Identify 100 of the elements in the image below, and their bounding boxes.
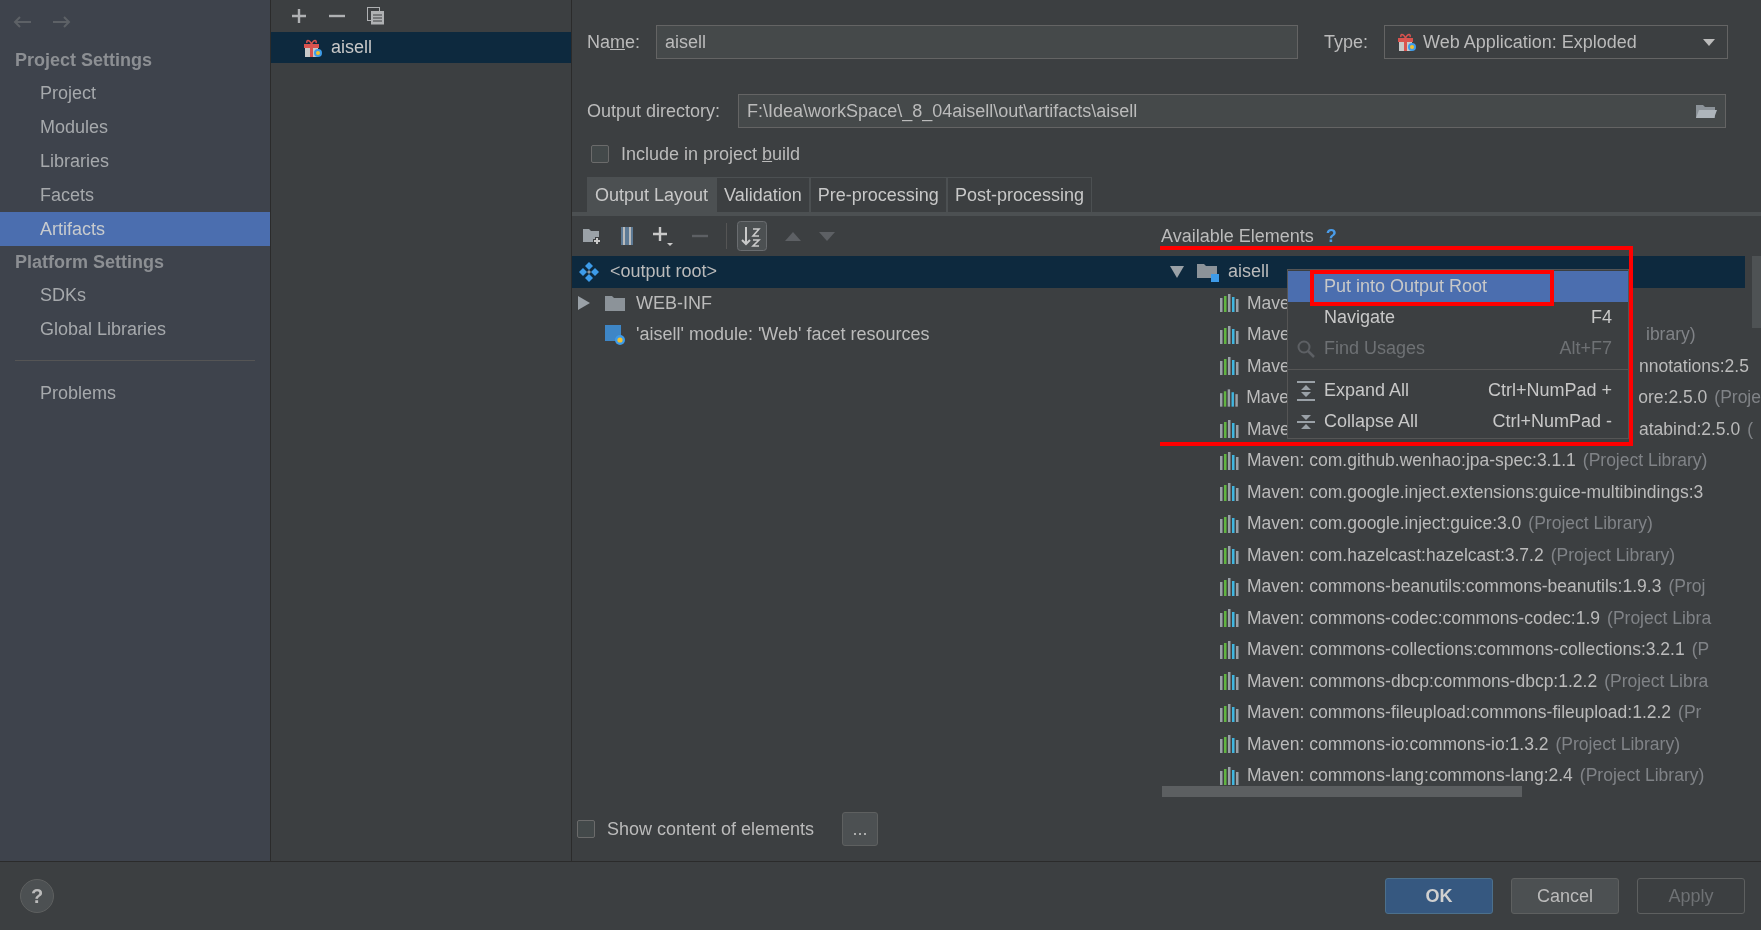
library-scope: ibrary) xyxy=(1646,324,1696,346)
library-icon xyxy=(1220,703,1240,722)
menu-item[interactable]: Navigate F4 xyxy=(1288,302,1628,333)
caret-icon xyxy=(1703,38,1716,46)
sidebar-item[interactable]: Problems xyxy=(0,376,270,410)
library-scope: (Project Library) xyxy=(1528,513,1653,535)
folder-icon[interactable] xyxy=(1695,103,1718,119)
tree-item[interactable]: WEB-INF xyxy=(572,287,1160,319)
sidebar-item[interactable]: Modules xyxy=(0,110,270,144)
library-icon xyxy=(1220,546,1240,565)
library-name: Mave xyxy=(1247,355,1290,377)
library-name: Maven: commons-dbcp:commons-dbcp:1.2.2 xyxy=(1247,670,1598,692)
scrollbar[interactable] xyxy=(1162,786,1522,797)
show-content-checkbox[interactable] xyxy=(577,820,595,838)
library-scope: (Project Library) xyxy=(1555,733,1680,755)
library-icon xyxy=(1220,325,1240,344)
library-name: Maven: commons-fileupload:commons-fileupload:1.2.2 xyxy=(1247,702,1672,724)
library-scope: (Project Library) xyxy=(1582,450,1708,472)
library-name: Maven: com.github.wenhao:jpa-spec:3.1.1 xyxy=(1247,450,1576,472)
library-scope: (Project Library) xyxy=(1550,544,1676,566)
library-name: Mave xyxy=(1247,324,1290,346)
library-scope: ( xyxy=(1747,418,1754,440)
tab[interactable]: Pre-processing xyxy=(809,177,947,212)
help-button[interactable]: ? xyxy=(20,879,54,913)
tree-item[interactable]: 'aisell' module: 'Web' facet resources xyxy=(572,319,1160,351)
help-link[interactable]: ? xyxy=(1325,225,1337,247)
expand-arrow-icon[interactable] xyxy=(578,296,590,311)
library-icon xyxy=(1220,514,1240,533)
move-down-icon xyxy=(819,231,835,241)
tab[interactable]: Output Layout xyxy=(587,177,717,212)
folder-icon xyxy=(1196,261,1220,282)
library-name: ore:2.5.0 xyxy=(1638,387,1708,409)
artifact-item[interactable]: aisell xyxy=(271,32,571,63)
gift-icon xyxy=(303,37,323,58)
library-name: atabind:2.5.0 xyxy=(1639,418,1741,440)
library-name: Mave xyxy=(1247,418,1290,440)
library-scope: (Proj xyxy=(1668,576,1706,598)
library-name: Maven: commons-io:commons-io:1.3.2 xyxy=(1247,733,1549,755)
type-label: Type: xyxy=(1324,31,1369,53)
sidebar-item[interactable]: Global Libraries xyxy=(0,312,270,346)
more-button[interactable]: ... xyxy=(842,812,879,846)
library-scope: (Project Library) xyxy=(1579,765,1705,787)
add-icon[interactable] xyxy=(291,8,307,24)
sidebar-heading: Project Settings xyxy=(14,49,154,72)
library-icon xyxy=(1220,735,1240,754)
archive-icon[interactable] xyxy=(620,226,634,246)
remove-icon xyxy=(692,234,708,238)
sort-icon[interactable] xyxy=(737,221,767,251)
library-icon xyxy=(1220,451,1240,470)
tab[interactable]: Post-processing xyxy=(946,177,1092,212)
library-scope: (P xyxy=(1691,639,1710,661)
include-checkbox[interactable] xyxy=(591,145,609,163)
library-name: Mave xyxy=(1246,387,1290,409)
library-name: Maven: commons-lang:commons-lang:2.4 xyxy=(1247,765,1573,787)
library-icon xyxy=(1220,483,1240,502)
tab[interactable]: Validation xyxy=(716,177,810,212)
available-elements-title: Available Elements xyxy=(1161,225,1314,247)
library-name: Maven: commons-beanutils:commons-beanutils:1.9.3 xyxy=(1247,576,1662,598)
library-name: Maven: commons-codec:commons-codec:1.9 xyxy=(1247,607,1601,629)
folder-icon xyxy=(604,294,626,313)
library-name: Mave xyxy=(1247,292,1290,314)
sidebar-heading: Platform Settings xyxy=(14,251,166,274)
library-icon xyxy=(1220,388,1240,407)
menu-item[interactable]: Expand All Ctrl+NumPad + xyxy=(1288,375,1628,406)
include-label: Include in project build xyxy=(621,143,801,165)
library-icon xyxy=(1220,609,1240,628)
sidebar-item[interactable]: SDKs xyxy=(0,278,270,312)
sidebar-item[interactable]: Facets xyxy=(0,178,270,212)
sidebar-item[interactable]: Libraries xyxy=(0,144,270,178)
expand-arrow-icon[interactable] xyxy=(1170,265,1184,278)
add-dropdown-icon[interactable] xyxy=(652,225,674,247)
library-scope: (Project Libra xyxy=(1604,670,1709,692)
type-dropdown[interactable]: Web Application: Exploded xyxy=(1384,25,1729,59)
gift-icon xyxy=(1397,32,1418,52)
expand-all-icon xyxy=(1297,380,1315,401)
library-icon xyxy=(1220,766,1240,785)
sidebar-item[interactable]: Artifacts xyxy=(0,212,270,246)
sidebar-item[interactable]: Project xyxy=(0,76,270,110)
new-folder-icon[interactable] xyxy=(582,227,602,245)
library-icon xyxy=(1220,577,1240,596)
remove-icon[interactable] xyxy=(329,14,345,18)
dialog-button[interactable]: OK xyxy=(1385,878,1493,914)
dialog-button[interactable]: Cancel xyxy=(1511,878,1619,914)
library-name: Maven: com.google.inject:guice:3.0 xyxy=(1247,513,1522,535)
output-directory-label: Output directory: xyxy=(587,100,721,122)
name-label: Name: xyxy=(587,31,641,53)
output-directory-field[interactable]: F:\Idea\workSpace\_8_04aisell\out\artifacts\aisell xyxy=(738,94,1727,128)
library-scope: (Pr xyxy=(1678,702,1702,724)
copy-icon[interactable] xyxy=(367,7,385,25)
library-icon xyxy=(1220,640,1240,659)
move-up-icon xyxy=(785,231,801,241)
tree-item[interactable]: <output root> xyxy=(572,256,1160,288)
library-name: Maven: com.hazelcast:hazelcast:3.7.2 xyxy=(1247,544,1544,566)
library-icon xyxy=(1220,294,1240,313)
show-content-label: Show content of elements xyxy=(607,818,815,840)
menu-item[interactable]: Collapse All Ctrl+NumPad - xyxy=(1288,406,1628,437)
name-field[interactable]: aisell xyxy=(656,25,1299,59)
diamond-icon xyxy=(578,260,600,283)
library-scope: (Project Libra xyxy=(1607,607,1712,629)
library-name: Maven: com.google.inject.extensions:guice-multibindings:3 xyxy=(1247,481,1704,503)
